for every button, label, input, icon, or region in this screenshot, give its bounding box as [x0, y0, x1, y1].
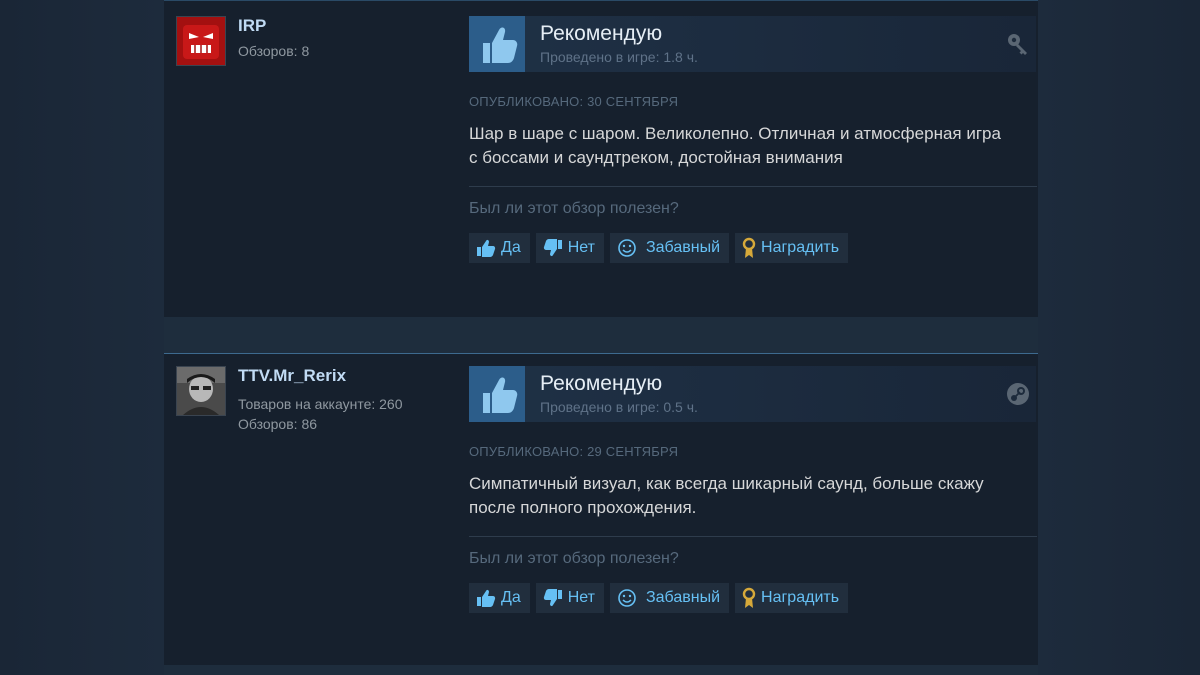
helpful-question: Был ли этот обзор полезен?: [469, 550, 679, 567]
recommendation-header[interactable]: Рекомендую Проведено в игре: 1.8 ч.: [469, 16, 1036, 72]
recommendation-title: Рекомендую: [540, 22, 663, 45]
review-card: TTV.Mr_Rerix Товаров на аккаунте: 260 Об…: [164, 353, 1038, 666]
recommendation-title: Рекомендую: [540, 372, 663, 395]
award-icon: [742, 587, 756, 608]
award-button[interactable]: Наградить: [735, 583, 849, 613]
steam-icon: [1006, 382, 1030, 406]
vote-buttons: Да Нет Забавный Наградить: [469, 233, 849, 263]
divider: [469, 536, 1037, 537]
award-label: Наградить: [761, 589, 840, 606]
hours-played: Проведено в игре: 1.8 ч.: [540, 49, 698, 65]
review-separator: [164, 317, 1038, 353]
smiley-icon: [618, 239, 636, 257]
review-text: Симпатичный визуал, как всегда шикарный …: [469, 474, 984, 517]
vote-yes-label: Да: [501, 589, 521, 606]
divider: [469, 186, 1037, 187]
page-background-right: [1038, 0, 1200, 675]
review-card: IRP Обзоров: 8 Рекомендую Проведено в иг…: [164, 0, 1038, 317]
review-count[interactable]: Обзоров: 8: [238, 41, 309, 61]
avatar-image: [177, 17, 225, 65]
page-background-left: [0, 0, 164, 675]
account-products[interactable]: Товаров на аккаунте: 260: [238, 394, 403, 414]
username-link[interactable]: TTV.Mr_Rerix: [238, 366, 346, 386]
thumbs-up-icon: [469, 16, 525, 72]
vote-no-button[interactable]: Нет: [535, 233, 604, 263]
vote-yes-label: Да: [501, 239, 521, 256]
vote-buttons: Да Нет Забавный Наградить: [469, 583, 849, 613]
vote-funny-button[interactable]: Забавный: [609, 583, 730, 613]
helpful-question: Был ли этот обзор полезен?: [469, 200, 679, 217]
award-label: Наградить: [761, 239, 840, 256]
thumbs-up-icon: [477, 589, 496, 607]
thumbs-down-icon: [543, 589, 562, 607]
username-link[interactable]: IRP: [238, 16, 266, 36]
vote-yes-button[interactable]: Да: [469, 233, 530, 263]
thumbs-down-icon: [543, 239, 562, 257]
smiley-icon: [618, 589, 636, 607]
review-text: Шар в шаре с шаром. Великолепно. Отлична…: [469, 124, 1001, 167]
user-avatar[interactable]: [176, 366, 226, 416]
avatar-image: [177, 367, 225, 415]
posted-date: Опубликовано: 30 сентября: [469, 94, 679, 109]
recommendation-header[interactable]: Рекомендую Проведено в игре: 0.5 ч.: [469, 366, 1036, 422]
vote-funny-button[interactable]: Забавный: [609, 233, 730, 263]
vote-funny-label: Забавный: [645, 589, 721, 606]
review-separator: [164, 665, 1038, 675]
vote-no-button[interactable]: Нет: [535, 583, 604, 613]
vote-no-label: Нет: [567, 239, 595, 256]
award-icon: [742, 237, 756, 258]
posted-date: Опубликовано: 29 сентября: [469, 444, 679, 459]
vote-funny-label: Забавный: [645, 239, 721, 256]
thumbs-up-icon: [477, 239, 496, 257]
vote-yes-button[interactable]: Да: [469, 583, 530, 613]
key-icon: [1006, 32, 1030, 56]
review-count[interactable]: Обзоров: 86: [238, 414, 317, 434]
thumbs-up-icon: [469, 366, 525, 422]
vote-no-label: Нет: [567, 589, 595, 606]
user-avatar[interactable]: [176, 16, 226, 66]
hours-played: Проведено в игре: 0.5 ч.: [540, 399, 698, 415]
award-button[interactable]: Наградить: [735, 233, 849, 263]
